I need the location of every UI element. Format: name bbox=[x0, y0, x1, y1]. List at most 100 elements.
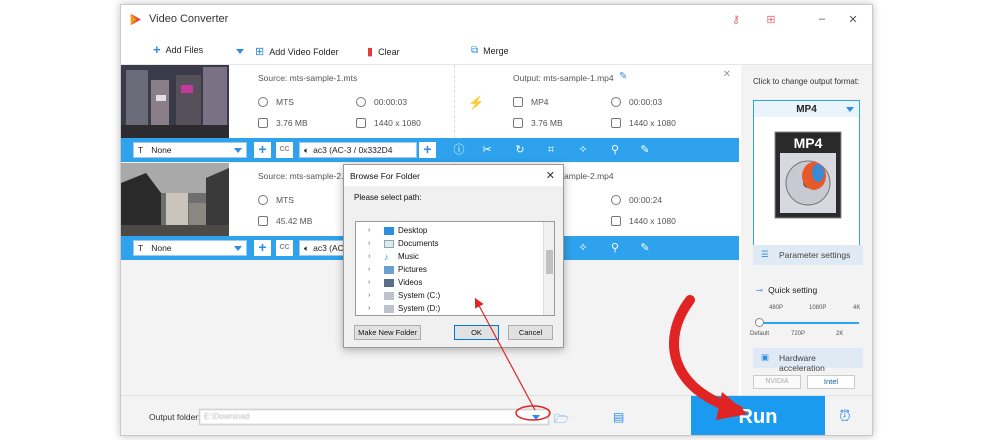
source-size-label: 45.42 MB bbox=[276, 216, 313, 226]
merge-button[interactable]: ⧉ Merge bbox=[471, 45, 509, 56]
output-format-name: MP4 bbox=[754, 101, 859, 117]
tree-item-music[interactable]: › ♪ Music bbox=[356, 250, 419, 263]
edit-subtitle-icon[interactable]: ✎ bbox=[639, 242, 651, 254]
output-format-selector[interactable]: MP4 MP4 bbox=[753, 100, 860, 250]
intel-option[interactable]: Intel bbox=[807, 375, 855, 389]
quality-slider[interactable] bbox=[759, 322, 859, 324]
mp4-icon-label: MP4 bbox=[794, 135, 823, 151]
nvidia-option[interactable]: NVIDIA bbox=[753, 375, 801, 389]
tree-item-system-d[interactable]: › System (D:) bbox=[356, 302, 440, 315]
chevron-down-icon bbox=[234, 148, 242, 153]
video-thumbnail[interactable] bbox=[121, 65, 229, 138]
desktop-icon bbox=[384, 226, 394, 235]
chip-icon: ▣ bbox=[761, 352, 770, 362]
output-folder-label: Output folder: bbox=[149, 412, 201, 422]
hardware-acceleration-button[interactable]: ▣ Hardware acceleration bbox=[753, 348, 863, 373]
source-duration: 00:00:03 bbox=[356, 97, 407, 107]
settings-sliders-icon: ☰ bbox=[761, 249, 769, 259]
open-output-folder-icon[interactable]: ▤ bbox=[613, 410, 624, 424]
alarm-clock-icon[interactable]: ⏰︎ bbox=[839, 408, 851, 425]
subtitle-select[interactable]: T None bbox=[133, 142, 247, 158]
drive-icon bbox=[384, 291, 394, 300]
format-icon bbox=[513, 97, 523, 107]
key-icon[interactable]: ⚷ bbox=[729, 13, 743, 27]
tree-item-videos[interactable]: › Videos bbox=[356, 276, 422, 289]
quality-slider-handle[interactable] bbox=[755, 318, 764, 327]
add-video-folder-button[interactable]: ⊞ Add Video Folder bbox=[255, 45, 339, 58]
remove-item-icon[interactable]: ✕ bbox=[723, 69, 731, 80]
source-size: 3.76 MB bbox=[258, 118, 308, 128]
tree-item-documents[interactable]: › Documents bbox=[356, 237, 438, 250]
pictures-icon bbox=[384, 265, 394, 274]
output-folder-input[interactable]: E:\Download bbox=[199, 409, 549, 425]
output-duration: 00:00:24 bbox=[611, 195, 662, 205]
info-icon[interactable]: ⓘ bbox=[453, 144, 465, 156]
change-format-label: Click to change output format: bbox=[753, 77, 860, 86]
folder-plus-icon: ⊞ bbox=[255, 46, 265, 58]
merge-label: Merge bbox=[483, 45, 509, 56]
crop-icon[interactable]: ⌗ bbox=[545, 144, 557, 156]
chevron-right-icon: › bbox=[368, 279, 371, 286]
audio-track-select[interactable]: 🔈︎ac3 (AC-3 / 0x332D4 bbox=[299, 142, 417, 158]
edit-subtitle-icon[interactable]: ✎ bbox=[639, 144, 651, 156]
tree-item-desktop[interactable]: › Desktop bbox=[356, 224, 427, 237]
tree-item-label: Videos bbox=[398, 278, 423, 287]
audio-track-value: ac3 (AC-3 / 0x332D4 bbox=[313, 145, 393, 155]
run-button[interactable]: Run bbox=[691, 396, 825, 435]
browse-folder-icon[interactable]: 🗁︎ bbox=[554, 410, 569, 431]
cut-icon[interactable]: ✂ bbox=[481, 144, 493, 156]
chevron-down-icon bbox=[234, 246, 242, 251]
add-files-button[interactable]: + Add Files bbox=[153, 43, 204, 56]
minimize-icon[interactable]: – bbox=[815, 13, 829, 27]
chevron-right-icon: › bbox=[368, 266, 371, 273]
chevron-right-icon: › bbox=[368, 305, 371, 312]
dialog-close-icon[interactable]: ✕ bbox=[546, 169, 555, 182]
slider-icon: ⊸ bbox=[756, 285, 764, 295]
rotate-icon[interactable]: ↻ bbox=[514, 144, 526, 156]
quality-tick-label: 1080P bbox=[809, 305, 827, 311]
output-folder-dropdown-icon[interactable] bbox=[532, 415, 540, 420]
add-files-dropdown-icon[interactable] bbox=[236, 49, 244, 54]
cart-icon[interactable]: ⊞ bbox=[764, 13, 778, 27]
output-format-label: MP4 bbox=[531, 97, 549, 107]
effects-icon[interactable]: ✧ bbox=[577, 242, 589, 254]
quality-tick-label: 720P bbox=[791, 331, 806, 337]
music-icon: ♪ bbox=[384, 251, 389, 262]
chevron-right-icon: › bbox=[368, 253, 371, 260]
subtitle-select[interactable]: T None bbox=[133, 240, 247, 256]
divider bbox=[454, 65, 455, 138]
cc-icon[interactable]: CC bbox=[276, 240, 293, 256]
toolbar: + Add Files ⊞ Add Video Folder ▮ Clear ⧉… bbox=[121, 37, 872, 65]
tree-scrollbar[interactable] bbox=[543, 222, 554, 315]
tree-item-system-c[interactable]: › System (C:) bbox=[356, 289, 440, 302]
cancel-button[interactable]: Cancel bbox=[508, 325, 553, 340]
add-audio-button[interactable]: + bbox=[419, 142, 436, 158]
clear-button[interactable]: ▮ Clear bbox=[367, 45, 400, 58]
title-bar: Video Converter ⚷ ⊞ – ✕ bbox=[121, 5, 872, 35]
output-size: 3.76 MB bbox=[513, 118, 563, 128]
file-icon bbox=[258, 216, 268, 226]
video-thumbnail[interactable] bbox=[121, 163, 229, 236]
source-resolution-label: 1440 x 1080 bbox=[374, 118, 421, 128]
watermark-icon[interactable]: ⚲ bbox=[609, 144, 621, 156]
rename-pencil-icon[interactable]: ✎ bbox=[619, 71, 627, 82]
parameter-settings-button[interactable]: ☰ Parameter settings bbox=[753, 245, 863, 265]
watermark-icon[interactable]: ⚲ bbox=[609, 242, 621, 254]
add-subtitle-button[interactable]: + bbox=[254, 240, 271, 256]
dialog-prompt: Please select path: bbox=[354, 193, 422, 202]
source-format: MTS bbox=[258, 97, 294, 107]
list-item[interactable]: Source: mts-sample-1.mts MTS 00:00:03 3.… bbox=[121, 65, 739, 162]
make-new-folder-button[interactable]: Make New Folder bbox=[354, 325, 421, 340]
effects-icon[interactable]: ✧ bbox=[577, 144, 589, 156]
add-video-folder-label: Add Video Folder bbox=[269, 46, 339, 57]
close-icon[interactable]: ✕ bbox=[846, 13, 860, 27]
tree-item-label: System (C:) bbox=[398, 291, 441, 300]
documents-icon bbox=[384, 239, 394, 248]
quality-tick-label: 4K bbox=[853, 305, 861, 311]
add-files-label: Add Files bbox=[165, 45, 204, 55]
ok-button[interactable]: OK bbox=[454, 325, 499, 340]
tree-item-pictures[interactable]: › Pictures bbox=[356, 263, 427, 276]
cc-icon[interactable]: CC bbox=[276, 142, 293, 158]
add-subtitle-button[interactable]: + bbox=[254, 142, 271, 158]
scrollbar-thumb[interactable] bbox=[546, 250, 553, 274]
